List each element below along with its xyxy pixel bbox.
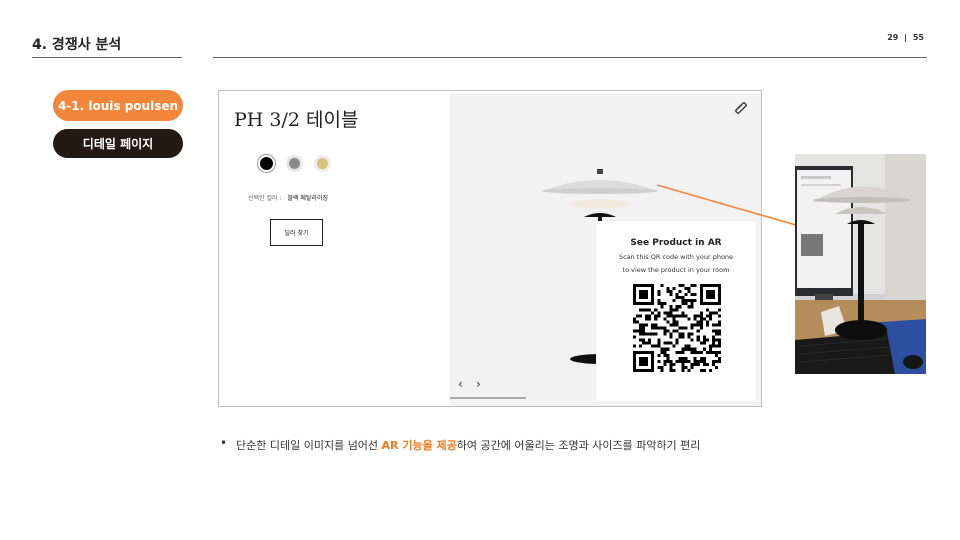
prev-arrow[interactable]: ‹ — [458, 377, 463, 391]
page-current: 29 — [887, 33, 899, 42]
bullet-text: 단순한 디테일 이미지를 넘어선 AR 기능을 제공하여 공간에 어울리는 조명… — [236, 437, 700, 453]
ar-instruction-2: to view the product in your room — [622, 266, 730, 274]
page-number: 29 | 55 — [887, 33, 924, 42]
swatch-grey[interactable] — [286, 155, 303, 172]
selected-color: 선택한 컬러 : 블랙 메탈라이징 — [248, 193, 328, 202]
next-arrow[interactable]: › — [476, 377, 481, 391]
ar-photo-image — [795, 154, 926, 374]
ruler-icon[interactable] — [733, 100, 749, 116]
swatch-black[interactable] — [258, 155, 275, 172]
selected-color-label: 선택한 컬러 : — [248, 195, 282, 202]
title-underline — [32, 57, 182, 58]
ar-qr-card: See Product in AR Scan this QR code with… — [596, 221, 756, 401]
ar-photo — [795, 154, 926, 374]
product-title: PH 3/2 테이블 — [234, 109, 359, 131]
ar-title: See Product in AR — [630, 238, 722, 248]
product-page-screenshot: PH 3/2 테이블 선택한 컬러 : 블랙 메탈라이징 딜러 찾기 ‹ › S… — [218, 90, 762, 407]
detail-page-pill: 디테일 페이지 — [53, 129, 183, 158]
qr-code — [633, 284, 721, 372]
ar-instruction-1: Scan this QR code with your phone — [618, 253, 734, 261]
carousel-progress — [450, 397, 526, 399]
header-rule — [213, 57, 927, 58]
bullet-text-lead: 단순한 디테일 이미지를 넘어선 — [236, 439, 382, 452]
bullet-text-tail: 하여 공간에 어울리는 조명과 사이즈를 파악하기 편리 — [456, 439, 701, 452]
bullet-highlight: AR 기능을 제공 — [381, 439, 457, 452]
swatch-gold[interactable] — [314, 155, 331, 172]
find-dealer-button[interactable]: 딜러 찾기 — [270, 219, 323, 246]
bullet-dot: • — [220, 436, 228, 450]
brand-pill: 4-1. louis poulsen — [53, 90, 183, 121]
page-total: 55 — [912, 33, 924, 42]
page-separator: | — [904, 33, 908, 42]
selected-color-value: 블랙 메탈라이징 — [287, 195, 328, 202]
section-title: 4. 경쟁사 분석 — [32, 37, 122, 53]
